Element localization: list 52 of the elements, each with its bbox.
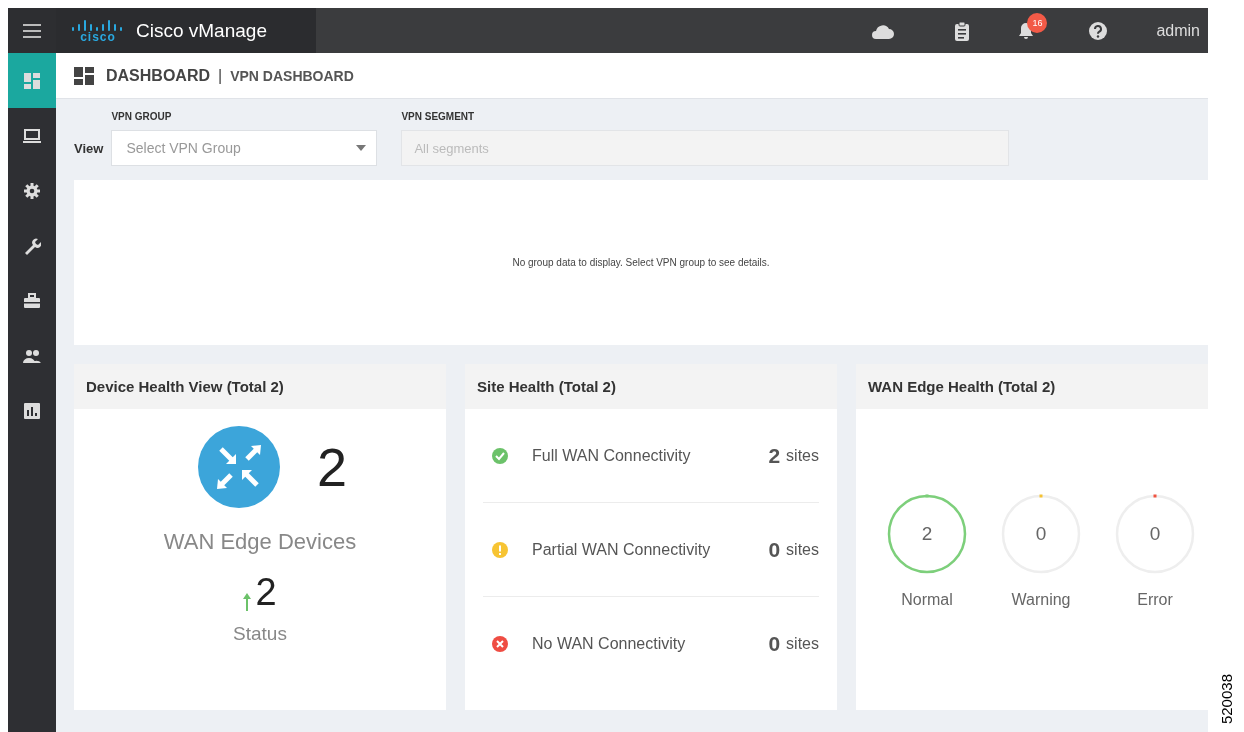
ring-value: 2 — [921, 523, 933, 545]
breadcrumb-separator: | — [218, 66, 223, 85]
site-count: 2 — [768, 443, 781, 468]
site-unit: sites — [786, 446, 819, 465]
page-subtitle: VPN DASHBOARD — [230, 67, 354, 84]
site-status-label: No WAN Connectivity — [532, 634, 687, 653]
card-title: Device Health View (Total 2) — [86, 378, 284, 395]
site-count: 0 — [768, 631, 781, 656]
error-icon — [492, 635, 508, 652]
settings-icon — [23, 181, 41, 200]
product-name: Cisco vManage — [136, 19, 267, 42]
menu-icon — [23, 23, 41, 38]
empty-message: No group data to display. Select VPN group to see details. — [512, 257, 770, 268]
clipboard-icon[interactable] — [954, 20, 971, 41]
ring-label: Error — [1137, 591, 1173, 609]
up-count: 2 — [255, 573, 277, 611]
ring-value: 0 — [1035, 523, 1047, 545]
field-label: VPN SEGMENT — [401, 111, 476, 122]
field-label: VPN GROUP — [111, 111, 173, 122]
figure-number: 520038 — [1217, 673, 1235, 724]
notification-badge: 16 — [1027, 12, 1048, 33]
wrench-icon — [23, 236, 41, 255]
device-label: WAN Edge Devices — [163, 529, 357, 555]
site-status-label: Partial WAN Connectivity — [532, 540, 712, 559]
status-label: Status — [233, 623, 287, 645]
toolbox-icon — [23, 291, 41, 310]
card-title: Site Health (Total 2) — [477, 378, 616, 395]
dashboard-icon — [74, 66, 94, 85]
site-status-label: Full WAN Connectivity — [532, 446, 692, 465]
ring-value: 0 — [1149, 523, 1161, 545]
dashboard-icon — [23, 71, 41, 90]
chart-icon — [23, 401, 41, 420]
ring-label: Warning — [1011, 591, 1071, 609]
laptop-icon — [23, 126, 41, 145]
cloud-icon[interactable] — [870, 22, 895, 39]
warning-icon — [492, 541, 508, 558]
device-count: 2 — [316, 436, 347, 498]
view-label: View — [74, 141, 104, 156]
caret-icon — [356, 145, 367, 151]
ring-label: Normal — [901, 591, 953, 609]
site-count: 0 — [768, 537, 781, 562]
logo: cisco — [72, 18, 124, 43]
menu-button[interactable] — [8, 8, 56, 53]
help-icon[interactable] — [1088, 20, 1109, 41]
router-icon — [196, 425, 281, 509]
card-title: WAN Edge Health (Total 2) — [868, 378, 1056, 395]
site-unit: sites — [786, 540, 819, 559]
page-title: DASHBOARD — [106, 66, 210, 85]
up-arrow-icon — [243, 593, 252, 611]
site-unit: sites — [786, 634, 819, 653]
user-menu[interactable]: admin — [1156, 21, 1200, 40]
check-icon — [492, 447, 508, 464]
